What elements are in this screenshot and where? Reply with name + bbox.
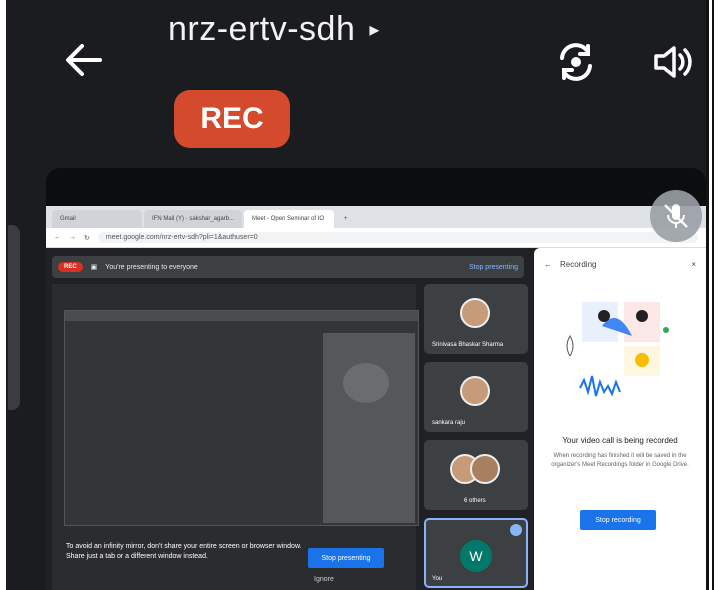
meet-page: REC ▣ You're presenting to everyone Stop…: [46, 248, 706, 590]
side-handle[interactable]: [8, 225, 20, 410]
forward-icon[interactable]: →: [69, 234, 76, 241]
right-edge: [712, 0, 723, 590]
present-icon: ▣: [90, 264, 98, 271]
reload-icon[interactable]: ↻: [84, 234, 90, 242]
more-options-icon[interactable]: [510, 524, 522, 536]
participant-name: You: [432, 576, 443, 582]
meeting-title[interactable]: nrz-ertv-sdh ▸: [168, 10, 380, 49]
close-icon[interactable]: ×: [691, 260, 696, 269]
new-tab-button[interactable]: +: [336, 210, 356, 228]
recording-panel-header: ← Recording ×: [534, 248, 706, 281]
recording-description: When recording has finished it will be s…: [551, 453, 689, 468]
mic-off-icon[interactable]: [650, 190, 702, 242]
nested-panel: [323, 333, 415, 523]
speaker-icon[interactable]: [650, 40, 694, 84]
avatar: [470, 454, 500, 484]
participant-name: Srinivasa Bhaskar Sharma: [432, 342, 504, 348]
browser-tab[interactable]: Gmail: [52, 210, 142, 228]
nested-screen: [64, 310, 419, 526]
nested-illustration: [343, 363, 389, 403]
meeting-code: nrz-ertv-sdh: [168, 10, 356, 48]
participant-tile[interactable]: Srinivasa Bhaskar Sharma: [424, 284, 528, 354]
avatar: [460, 376, 490, 406]
participant-name: 6 others: [464, 498, 486, 504]
avatar: W: [460, 540, 492, 572]
participant-tile[interactable]: sankara raju: [424, 362, 528, 432]
recording-badge: REC: [174, 90, 290, 148]
infinity-mirror-warning: To avoid an infinity mirror, don't share…: [66, 543, 302, 560]
self-tile[interactable]: W You: [424, 518, 528, 588]
switch-camera-icon[interactable]: [552, 38, 600, 86]
recording-illustration: [566, 302, 669, 397]
participant-tile[interactable]: 6 others: [424, 440, 528, 510]
browser-tab[interactable]: IFN Mail (Y) · sakshar_agarb...: [144, 210, 243, 228]
browser-tab-active[interactable]: Meet - Open Seminar of IO: [244, 210, 335, 228]
rec-indicator: REC: [58, 262, 83, 272]
chevron-right-icon: ▸: [369, 19, 380, 41]
browser-tab-strip: Gmail IFN Mail (Y) · sakshar_agarb... Me…: [46, 206, 706, 228]
back-arrow-icon[interactable]: [62, 38, 106, 82]
back-arrow-icon[interactable]: ←: [544, 260, 552, 269]
shared-browser-window: Gmail IFN Mail (Y) · sakshar_agarb... Me…: [46, 206, 706, 590]
recording-panel: ← Recording × Your video call is being r…: [534, 248, 706, 590]
back-icon[interactable]: ←: [54, 234, 61, 241]
recording-status-title: Your video call is being recorded: [562, 436, 678, 445]
recording-panel-title: Recording: [560, 260, 597, 269]
participant-tiles: Srinivasa Bhaskar Sharma sankara raju 6 …: [424, 248, 528, 590]
stop-recording-button[interactable]: Stop recording: [580, 510, 656, 530]
shared-screen: Gmail IFN Mail (Y) · sakshar_agarb... Me…: [46, 168, 706, 590]
address-bar: ← → ↻ meet.google.com/nrz-ertv-sdh?pli=1…: [46, 228, 706, 248]
stop-presenting-button[interactable]: Stop presenting: [308, 548, 384, 568]
presenting-text: You're presenting to everyone: [105, 263, 198, 271]
participant-name: sankara raju: [432, 420, 466, 426]
ignore-button[interactable]: Ignore: [314, 576, 334, 583]
avatar: [460, 298, 490, 328]
url-field[interactable]: meet.google.com/nrz-ertv-sdh?pli=1&authu…: [97, 232, 698, 243]
